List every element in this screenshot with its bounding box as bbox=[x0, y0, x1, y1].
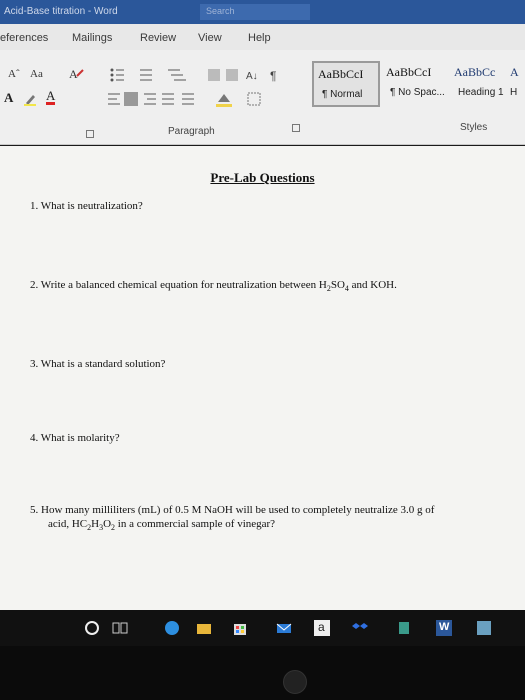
style-name: H bbox=[510, 87, 518, 98]
align-center-icon bbox=[124, 92, 138, 106]
taskbar: a W bbox=[0, 610, 525, 646]
borders-icon bbox=[247, 92, 261, 106]
q5-text: in a commercial sample of vinegar? bbox=[117, 518, 276, 530]
highlight-icon[interactable] bbox=[24, 92, 36, 106]
style-normal[interactable]: AaBbCcI ¶ Normal bbox=[312, 61, 380, 107]
style-name: ¶ Normal bbox=[322, 89, 363, 100]
q5-text: acid, HC bbox=[48, 518, 88, 530]
style-heading-2[interactable]: A H bbox=[510, 61, 522, 107]
ribbon-tabs: eferences Mailings Review View Help bbox=[0, 24, 525, 50]
tab-mailings[interactable]: Mailings bbox=[72, 32, 112, 44]
dropbox-icon[interactable] bbox=[352, 620, 368, 636]
tab-help[interactable]: Help bbox=[248, 32, 271, 44]
svg-text:¶: ¶ bbox=[270, 69, 276, 83]
style-sample: AaBbCcI bbox=[386, 65, 432, 79]
clear-formatting-icon[interactable]: A bbox=[68, 66, 84, 81]
mail-icon[interactable] bbox=[276, 620, 292, 636]
amazon-letter: a bbox=[318, 620, 325, 634]
question-2-tail: and KOH. bbox=[351, 279, 397, 291]
word-icon[interactable]: W bbox=[436, 620, 452, 636]
document-page[interactable]: Pre-Lab Questions 1. What is neutralizat… bbox=[0, 146, 525, 610]
word-letter: W bbox=[439, 621, 450, 633]
amazon-icon[interactable]: a bbox=[314, 620, 330, 636]
align-left-icon bbox=[108, 93, 120, 105]
svg-text:A↓: A↓ bbox=[246, 71, 258, 82]
question-2: 2. Write a balanced chemical equation fo… bbox=[30, 279, 397, 293]
align-right-icon bbox=[144, 93, 156, 105]
laptop-bezel bbox=[0, 646, 525, 700]
task-view-icon[interactable] bbox=[112, 620, 128, 636]
text-effects-button[interactable]: A bbox=[4, 90, 13, 106]
question-5: 5. How many milliliters (mL) of 0.5 M Na… bbox=[30, 504, 435, 516]
ribbon: Aˆ Aa A A A A↓ ¶ Paragraph AaBbCcI ¶ Nor… bbox=[0, 50, 525, 145]
style-name: Heading 1 bbox=[458, 87, 504, 98]
question-2-text: 2. Write a balanced chemical equation fo… bbox=[30, 279, 317, 291]
page-title: Pre-Lab Questions bbox=[210, 170, 315, 185]
search-box[interactable]: Search bbox=[200, 4, 310, 20]
question-5-line-2: acid, HC2H3O2 in a commercial sample of … bbox=[48, 518, 275, 532]
formula-sub: 4 bbox=[344, 284, 349, 294]
change-case-button[interactable]: Aa bbox=[30, 68, 43, 80]
q5-text: H bbox=[91, 518, 100, 530]
paragraph-group-label: Paragraph bbox=[168, 126, 215, 137]
search-label: Search bbox=[206, 6, 235, 16]
pilcrow-icon: ¶ bbox=[270, 69, 276, 83]
q5-text: O bbox=[103, 518, 112, 530]
paragraph-launcher-icon[interactable] bbox=[292, 124, 300, 132]
style-name: ¶ No Spac... bbox=[390, 87, 445, 98]
bullets-icon bbox=[110, 68, 124, 82]
tab-view[interactable]: View bbox=[198, 32, 222, 44]
store-icon[interactable] bbox=[232, 620, 248, 636]
style-sample: AaBbCc bbox=[454, 65, 496, 79]
style-no-spacing[interactable]: AaBbCcI ¶ No Spac... bbox=[382, 61, 450, 107]
justify-icon bbox=[162, 93, 174, 105]
style-heading-1[interactable]: AaBbCc Heading 1 bbox=[450, 61, 510, 107]
question-1: 1. What is neutralization? bbox=[30, 200, 143, 212]
font-launcher-icon[interactable] bbox=[86, 130, 94, 138]
formula-so: SO bbox=[330, 279, 345, 291]
edge-icon[interactable] bbox=[164, 620, 180, 636]
question-4: 4. What is molarity? bbox=[30, 432, 120, 444]
search-circle-icon[interactable] bbox=[84, 620, 100, 636]
increase-indent-icon bbox=[226, 69, 238, 81]
hp-logo-icon bbox=[283, 670, 307, 694]
style-sample: AaBbCcI bbox=[318, 67, 364, 81]
title-bar: Acid-Base titration - Word Search bbox=[0, 0, 525, 24]
sort-icon: A↓ bbox=[246, 71, 258, 82]
shading-icon bbox=[216, 94, 232, 107]
window-title: Acid-Base titration - Word bbox=[4, 6, 118, 17]
q5-sub: 2 bbox=[111, 523, 116, 533]
other-icon[interactable] bbox=[396, 620, 412, 636]
question-3: 3. What is a standard solution? bbox=[30, 358, 166, 370]
formula-h: H bbox=[318, 279, 327, 291]
tab-review[interactable]: Review bbox=[140, 32, 176, 44]
app-icon[interactable] bbox=[476, 620, 492, 636]
tab-references[interactable]: eferences bbox=[0, 32, 48, 44]
paragraph-row-2 bbox=[108, 90, 298, 110]
styles-gallery: AaBbCcI ¶ Normal AaBbCcI ¶ No Spac... Aa… bbox=[312, 61, 522, 107]
styles-group-label: Styles bbox=[460, 122, 488, 133]
decrease-indent-icon bbox=[208, 69, 220, 81]
font-color-button[interactable]: A bbox=[46, 89, 56, 105]
svg-text:A: A bbox=[69, 67, 78, 80]
file-explorer-icon[interactable] bbox=[196, 620, 212, 636]
style-sample: A bbox=[510, 65, 519, 79]
grow-font-button[interactable]: Aˆ bbox=[8, 68, 20, 80]
multilevel-icon bbox=[168, 69, 186, 81]
paragraph-row-1: A↓ ¶ bbox=[108, 66, 298, 86]
line-spacing-icon bbox=[182, 93, 194, 105]
numbering-icon bbox=[140, 69, 152, 81]
